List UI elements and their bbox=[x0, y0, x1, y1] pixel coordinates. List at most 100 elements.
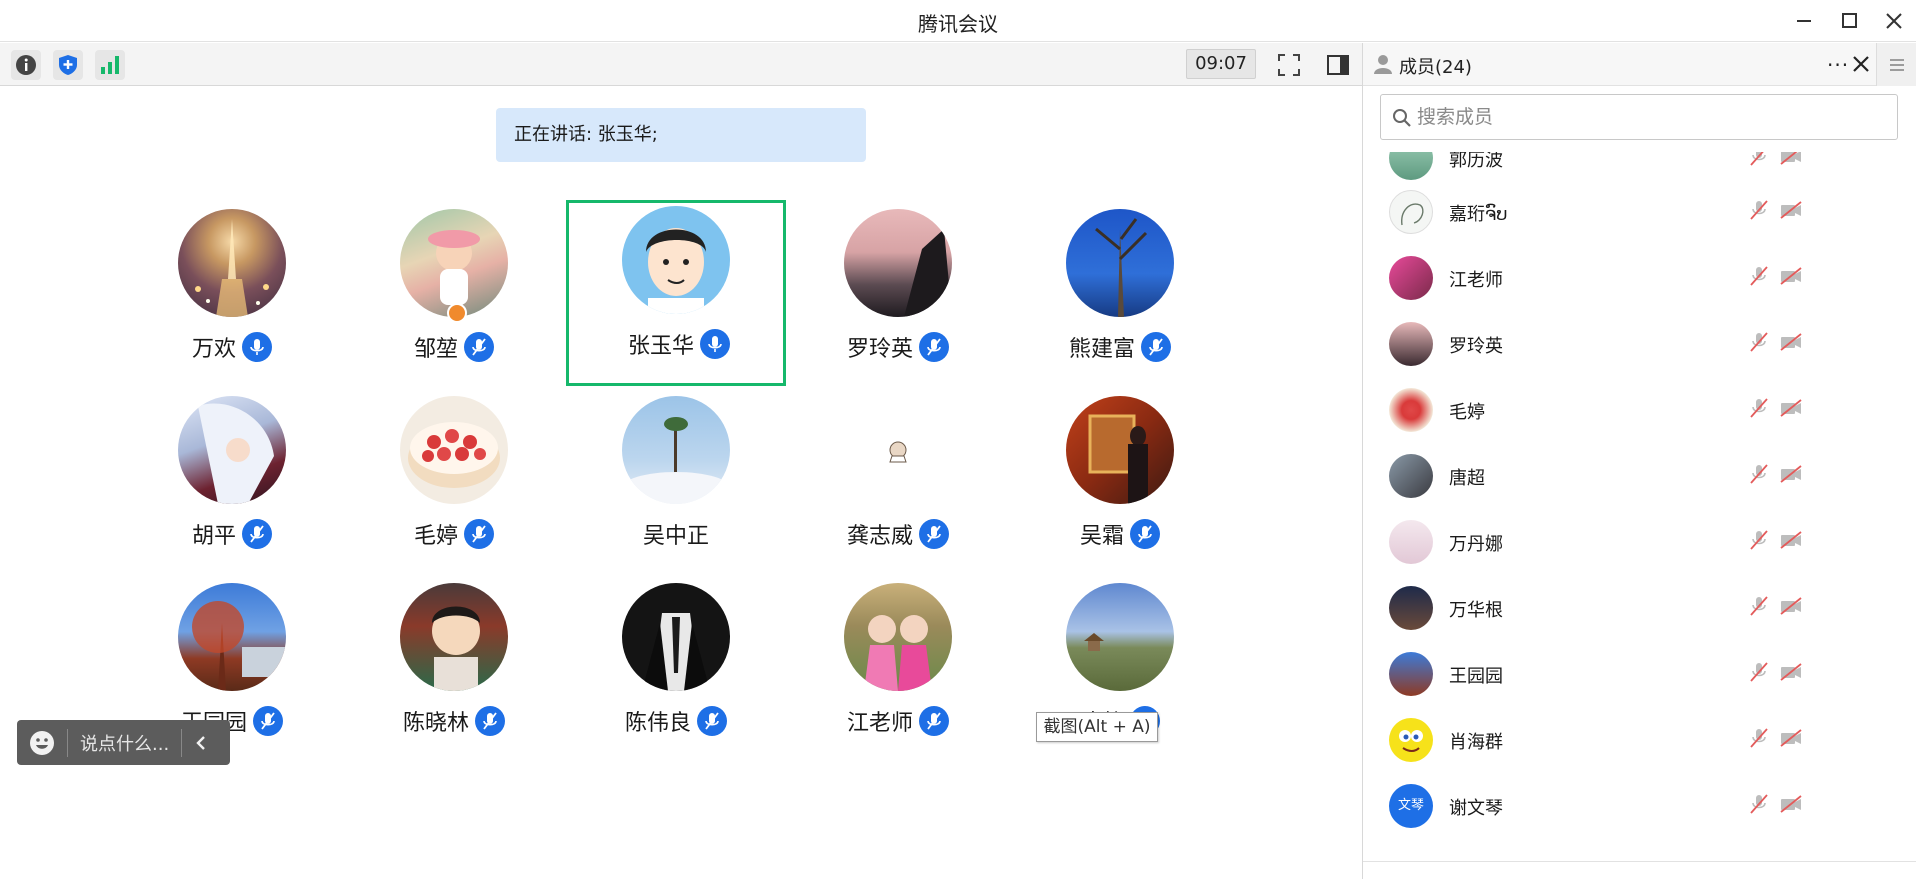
member-row[interactable]: 王园园 bbox=[1363, 640, 1916, 706]
emoji-icon[interactable] bbox=[29, 730, 55, 756]
participant-tile[interactable]: 陈晓林 bbox=[344, 577, 564, 763]
camera-off-icon[interactable] bbox=[1779, 330, 1803, 354]
avatar bbox=[178, 209, 286, 317]
side-menu-toggle[interactable] bbox=[1876, 43, 1916, 86]
participant-tile[interactable]: 江老师 bbox=[788, 577, 1008, 763]
member-row[interactable]: 罗玲英 bbox=[1363, 310, 1916, 376]
microphone-icon bbox=[1130, 519, 1160, 549]
minimize-button[interactable] bbox=[1788, 6, 1820, 36]
microphone-icon bbox=[919, 332, 949, 362]
info-icon[interactable] bbox=[11, 50, 41, 80]
microphone-icon bbox=[464, 519, 494, 549]
avatar-initials: 文琴 bbox=[1397, 798, 1424, 813]
member-row[interactable]: 文琴 谢文琴 bbox=[1363, 772, 1916, 838]
participant-tile[interactable]: 罗玲英 bbox=[788, 203, 1008, 389]
camera-off-icon[interactable] bbox=[1779, 726, 1803, 750]
member-row[interactable]: 毛婷 bbox=[1363, 376, 1916, 442]
participant-tile[interactable]: 万欢 bbox=[122, 203, 342, 389]
avatar bbox=[1389, 256, 1433, 300]
mic-off-icon[interactable] bbox=[1747, 660, 1771, 684]
collapse-chevron-icon[interactable] bbox=[194, 734, 208, 752]
avatar bbox=[400, 209, 508, 317]
member-name: 谢文琴 bbox=[1449, 798, 1503, 819]
search-input[interactable] bbox=[1417, 95, 1887, 139]
meeting-timer: 09:07 bbox=[1186, 49, 1256, 79]
participant-tile[interactable]: 熊建富 bbox=[1010, 203, 1230, 389]
mic-off-icon[interactable] bbox=[1747, 528, 1771, 552]
fullscreen-icon[interactable] bbox=[1274, 50, 1304, 80]
avatar bbox=[622, 583, 730, 691]
mic-off-icon[interactable] bbox=[1747, 726, 1771, 750]
avatar bbox=[1389, 454, 1433, 498]
member-name: 罗玲英 bbox=[1449, 336, 1503, 357]
participant-tile-active-speaker[interactable]: 张玉华 bbox=[566, 200, 786, 386]
camera-off-icon[interactable] bbox=[1779, 660, 1803, 684]
member-name: 毛婷 bbox=[1449, 402, 1485, 423]
security-shield-icon[interactable] bbox=[53, 50, 83, 80]
divider bbox=[67, 728, 68, 757]
member-row[interactable]: 万丹娜 bbox=[1363, 508, 1916, 574]
close-window-button[interactable] bbox=[1878, 6, 1910, 36]
camera-off-icon[interactable] bbox=[1779, 528, 1803, 552]
mic-off-icon[interactable] bbox=[1747, 462, 1771, 486]
participant-tile[interactable]: 吴霜 bbox=[1010, 390, 1230, 576]
avatar: 文琴 bbox=[1389, 784, 1433, 828]
toggle-sidebar-icon[interactable] bbox=[1323, 50, 1353, 80]
participant-tile[interactable]: 胡平 bbox=[122, 390, 342, 576]
participant-tile[interactable]: 吴中正 bbox=[566, 390, 786, 576]
mic-off-icon[interactable] bbox=[1747, 396, 1771, 420]
member-name: 嘉珩ຈົບ bbox=[1449, 204, 1508, 225]
screenshot-tooltip: 截图(Alt + A) bbox=[1036, 712, 1158, 742]
member-search-box[interactable] bbox=[1380, 94, 1898, 140]
camera-off-icon[interactable] bbox=[1779, 264, 1803, 288]
avatar bbox=[1389, 586, 1433, 630]
microphone-icon bbox=[919, 519, 949, 549]
mic-off-icon[interactable] bbox=[1747, 152, 1771, 168]
mic-off-icon[interactable] bbox=[1747, 264, 1771, 288]
signal-strength-icon[interactable] bbox=[95, 50, 125, 80]
member-name: 肖海群 bbox=[1449, 732, 1503, 753]
mic-off-icon[interactable] bbox=[1747, 792, 1771, 816]
avatar bbox=[400, 583, 508, 691]
camera-off-icon[interactable] bbox=[1779, 462, 1803, 486]
mic-off-icon[interactable] bbox=[1747, 198, 1771, 222]
member-name: 唐超 bbox=[1449, 468, 1485, 489]
camera-off-icon[interactable] bbox=[1779, 152, 1803, 168]
maximize-button[interactable] bbox=[1834, 6, 1866, 36]
camera-off-icon[interactable] bbox=[1779, 198, 1803, 222]
member-name: 郭历波 bbox=[1449, 152, 1503, 171]
member-name: 王园园 bbox=[1449, 666, 1503, 687]
chat-quick-input[interactable]: 说点什么... bbox=[17, 720, 230, 765]
mic-off-icon[interactable] bbox=[1747, 594, 1771, 618]
participant-name: 龚志威 bbox=[846, 524, 913, 549]
avatar bbox=[622, 396, 730, 504]
member-row[interactable]: 万华根 bbox=[1363, 574, 1916, 640]
participant-tile[interactable]: 陈伟良 bbox=[566, 577, 786, 763]
more-options-icon[interactable]: ··· bbox=[1827, 53, 1849, 77]
camera-off-icon[interactable] bbox=[1779, 594, 1803, 618]
participant-tile[interactable]: 邹堃 bbox=[344, 203, 564, 389]
mic-off-icon[interactable] bbox=[1747, 330, 1771, 354]
camera-off-icon[interactable] bbox=[1779, 792, 1803, 816]
participant-tile[interactable]: 毛婷 bbox=[344, 390, 564, 576]
avatar bbox=[1389, 388, 1433, 432]
camera-off-icon[interactable] bbox=[1779, 396, 1803, 420]
participant-name: 熊建富 bbox=[1068, 337, 1135, 362]
member-row[interactable]: 嘉珩ຈົບ bbox=[1363, 178, 1916, 244]
divider bbox=[181, 728, 183, 757]
avatar bbox=[1389, 520, 1433, 564]
avatar bbox=[178, 583, 286, 691]
member-row[interactable]: 肖海群 bbox=[1363, 706, 1916, 772]
microphone-icon bbox=[253, 706, 283, 736]
member-row[interactable]: 唐超 bbox=[1363, 442, 1916, 508]
avatar bbox=[1389, 152, 1433, 180]
speaking-indicator: 正在讲话: 张玉华; bbox=[496, 108, 866, 162]
members-panel-header: 成员(24) ··· bbox=[1363, 43, 1916, 86]
close-panel-icon[interactable] bbox=[1852, 55, 1870, 77]
avatar bbox=[622, 206, 730, 314]
member-row[interactable]: 江老师 bbox=[1363, 244, 1916, 310]
member-name: 江老师 bbox=[1449, 270, 1503, 291]
participant-name: 张玉华 bbox=[627, 334, 694, 359]
participant-name: 毛婷 bbox=[413, 524, 458, 549]
participant-tile[interactable]: 龚志威 bbox=[788, 390, 1008, 576]
